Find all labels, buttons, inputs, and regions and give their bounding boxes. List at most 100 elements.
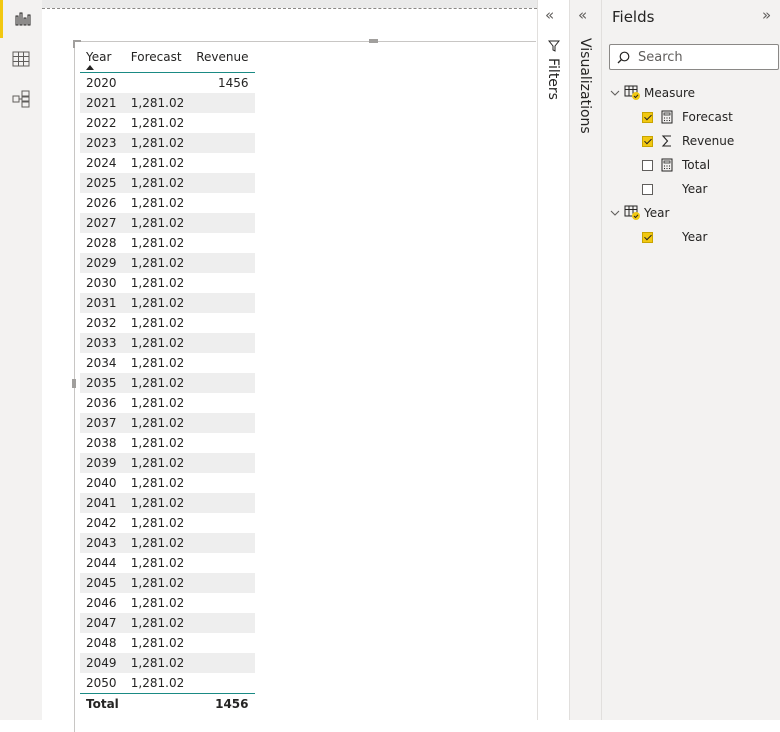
cell-revenue bbox=[190, 573, 255, 593]
cell-year: 2040 bbox=[86, 476, 117, 490]
table-row[interactable]: 2038 1,281.02 bbox=[80, 433, 255, 453]
table-row[interactable]: 2049 1,281.02 bbox=[80, 653, 255, 673]
blank-icon bbox=[661, 182, 673, 196]
resize-handle-top[interactable] bbox=[369, 39, 378, 43]
visualizations-label[interactable]: Visualizations bbox=[577, 38, 593, 134]
report-view-button[interactable] bbox=[0, 0, 42, 38]
model-icon bbox=[12, 90, 30, 108]
table-row[interactable]: 2050 1,281.02 bbox=[80, 673, 255, 694]
cell-year: 2025 bbox=[80, 173, 125, 193]
filters-label[interactable]: Filters bbox=[545, 58, 561, 100]
cell-year: 2038 bbox=[86, 436, 117, 450]
cell-revenue bbox=[190, 173, 255, 193]
field-item-forecast[interactable]: Forecast bbox=[642, 106, 733, 128]
field-table-measure[interactable]: Measure bbox=[610, 82, 695, 104]
cell-forecast: 1,281.02 bbox=[124, 653, 191, 673]
field-table-year[interactable]: Year bbox=[610, 202, 669, 224]
sort-ascending-icon bbox=[86, 65, 94, 70]
search-icon bbox=[617, 51, 630, 64]
table-row[interactable]: 2023 1,281.02 bbox=[80, 133, 255, 153]
cell-revenue bbox=[190, 513, 254, 533]
filters-pane[interactable]: « Filters bbox=[537, 0, 570, 720]
chevron-down-icon[interactable] bbox=[610, 208, 620, 218]
cell-forecast: 1,281.02 bbox=[124, 293, 191, 313]
field-checkbox[interactable] bbox=[642, 231, 653, 243]
data-table: Year Forecast Revenue 2020 1456 2021 1,281.… bbox=[80, 42, 255, 714]
table-row[interactable]: 2037 1,281.02 bbox=[80, 413, 255, 433]
expand-visualizations-icon[interactable]: « bbox=[578, 6, 587, 24]
table-row[interactable]: 2033 1,281.02 bbox=[80, 333, 255, 353]
search-input[interactable] bbox=[636, 49, 775, 66]
table-row[interactable]: 2032 1,281.02 bbox=[80, 313, 255, 333]
cell-revenue bbox=[190, 373, 255, 393]
table-row[interactable]: 2027 1,281.02 bbox=[80, 213, 255, 233]
report-page[interactable]: Year Forecast Revenue 2020 1456 2021 1,281.… bbox=[42, 8, 537, 732]
table-row[interactable]: 2042 1,281.02 bbox=[80, 513, 255, 533]
table-row[interactable]: 2043 1,281.02 bbox=[80, 533, 255, 553]
cell-revenue bbox=[190, 553, 254, 573]
blank-icon bbox=[661, 230, 673, 244]
model-view-button[interactable] bbox=[0, 80, 42, 118]
cell-forecast: 1,281.02 bbox=[130, 156, 185, 170]
table-row[interactable]: 2046 1,281.02 bbox=[80, 593, 255, 613]
table-row[interactable]: 2021 1,281.02 bbox=[80, 93, 255, 113]
table-row[interactable]: 2029 1,281.02 bbox=[80, 253, 255, 273]
collapse-filters-icon[interactable]: « bbox=[545, 6, 554, 24]
field-item-revenue[interactable]: Revenue bbox=[642, 130, 734, 152]
cell-year: 2030 bbox=[86, 276, 117, 290]
table-row[interactable]: 2031 1,281.02 bbox=[80, 293, 255, 313]
table-row[interactable]: 2022 1,281.02 bbox=[80, 113, 255, 133]
collapse-fields-icon[interactable]: » bbox=[762, 6, 771, 24]
column-header-revenue[interactable]: Revenue bbox=[190, 42, 255, 73]
field-table-label: Measure bbox=[644, 86, 695, 100]
column-header-year[interactable]: Year bbox=[80, 42, 125, 73]
table-row[interactable]: 2040 1,281.02 bbox=[80, 473, 255, 493]
table-row[interactable]: 2034 1,281.02 bbox=[80, 353, 255, 373]
sigma-icon bbox=[661, 135, 671, 147]
cell-revenue bbox=[190, 673, 254, 694]
cell-year: 2046 bbox=[86, 596, 117, 610]
field-item-label: Year bbox=[682, 230, 708, 244]
cell-forecast: 1,281.02 bbox=[130, 316, 185, 330]
table-row[interactable]: 2039 1,281.02 bbox=[80, 453, 255, 473]
report-icon bbox=[15, 12, 30, 26]
table-row[interactable]: 2036 1,281.02 bbox=[80, 393, 255, 413]
cell-revenue bbox=[190, 433, 254, 453]
table-row[interactable]: 2024 1,281.02 bbox=[80, 153, 255, 173]
table-row[interactable]: 2047 1,281.02 bbox=[80, 613, 255, 633]
matrix-visual[interactable]: Year Forecast Revenue 2020 1456 2021 1,281.… bbox=[72, 39, 536, 732]
field-checkbox[interactable] bbox=[642, 183, 653, 195]
table-row[interactable]: 2020 1456 bbox=[80, 73, 255, 94]
resize-handle-left[interactable] bbox=[72, 379, 76, 388]
table-row[interactable]: 2045 1,281.02 bbox=[80, 573, 255, 593]
cell-year: 2033 bbox=[80, 333, 125, 353]
table-row[interactable]: 2041 1,281.02 bbox=[80, 493, 255, 513]
column-header-forecast[interactable]: Forecast bbox=[124, 42, 191, 73]
cell-forecast: 1,281.02 bbox=[130, 436, 185, 450]
table-row[interactable]: 2035 1,281.02 bbox=[80, 373, 255, 393]
cell-forecast: 1,281.02 bbox=[130, 276, 185, 290]
field-item-total[interactable]: Total bbox=[642, 154, 710, 176]
cell-revenue bbox=[190, 213, 255, 233]
table-row[interactable]: 2048 1,281.02 bbox=[80, 633, 255, 653]
field-checkbox[interactable] bbox=[642, 111, 653, 123]
field-item-year[interactable]: Year bbox=[642, 226, 707, 248]
table-row[interactable]: 2044 1,281.02 bbox=[80, 553, 255, 573]
cell-forecast: 1,281.02 bbox=[130, 596, 185, 610]
cell-revenue: 1456 bbox=[217, 76, 249, 90]
field-item-label: Revenue bbox=[682, 134, 735, 148]
table-row[interactable]: 2028 1,281.02 bbox=[80, 233, 255, 253]
data-view-button[interactable] bbox=[0, 40, 42, 78]
cell-year: 2044 bbox=[86, 556, 117, 570]
field-item-year[interactable]: Year bbox=[642, 178, 707, 200]
chevron-down-icon[interactable] bbox=[610, 88, 620, 98]
visualizations-pane[interactable]: « Visualizations bbox=[569, 0, 602, 720]
table-row[interactable]: 2025 1,281.02 bbox=[80, 173, 255, 193]
field-checkbox[interactable] bbox=[642, 159, 653, 171]
field-checkbox[interactable] bbox=[642, 135, 653, 147]
cell-revenue bbox=[190, 593, 254, 613]
table-row[interactable]: 2030 1,281.02 bbox=[80, 273, 255, 293]
search-box[interactable] bbox=[609, 44, 779, 70]
cell-forecast: 1,281.02 bbox=[124, 253, 191, 273]
table-row[interactable]: 2026 1,281.02 bbox=[80, 193, 255, 213]
